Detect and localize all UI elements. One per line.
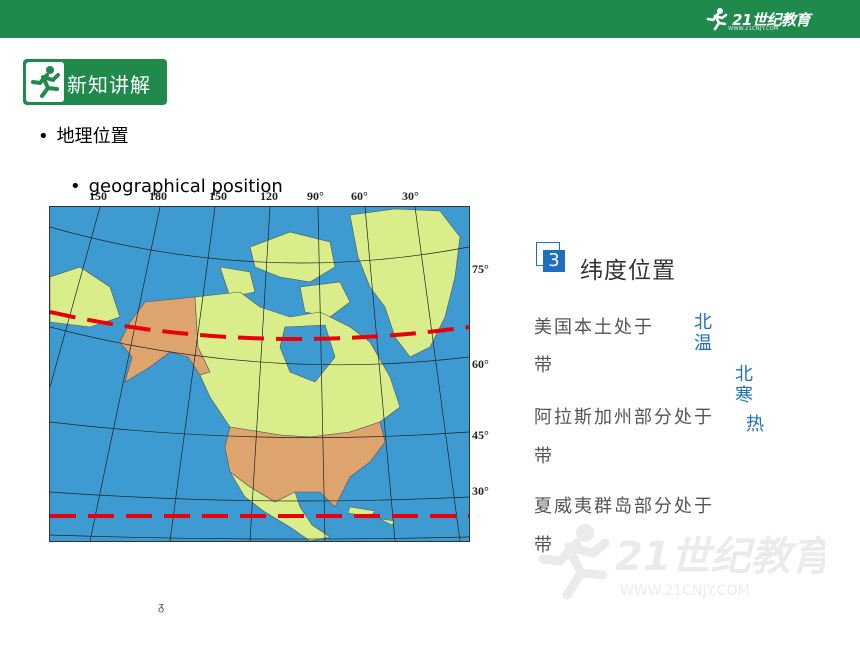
latitude-label: 30° — [472, 484, 489, 498]
bullet-text: geographical position — [88, 176, 283, 197]
logo-subtext: WWW.21CNJY.COM — [728, 26, 779, 32]
longitude-label: 90° — [307, 189, 324, 203]
stray-mark: ᵹ — [158, 600, 165, 613]
answer-2-line2: 寒 — [735, 385, 753, 406]
answer-2-line1: 北 — [735, 364, 753, 385]
section-title: 纬度位置 — [580, 258, 676, 284]
section-number-badge: 3 — [536, 242, 568, 274]
latitude-label: 75° — [472, 262, 489, 276]
answer-1-line2: 温 — [694, 333, 712, 354]
answer-1-line1: 北 — [694, 312, 712, 333]
bullet-dot: • — [38, 126, 49, 147]
bullet-geography-cn: • 地理位置 — [38, 122, 129, 148]
header-bar: 21世纪教育 WWW.21CNJY.COM — [0, 0, 860, 38]
runner-icon — [706, 8, 728, 31]
runner-icon — [31, 66, 60, 98]
badge-icon-box — [26, 62, 64, 102]
brand-logo: 21世纪教育 WWW.21CNJY.COM — [704, 6, 810, 32]
answer-2: 北 寒 — [735, 364, 753, 406]
watermark-logo: 21世纪教育 WWW.21CNJY.COM — [538, 524, 825, 600]
bullet-dot: • — [70, 176, 81, 197]
section-badge: 新知讲解 — [23, 59, 167, 105]
latitude-label: 45° — [472, 428, 489, 442]
longitude-label: 60° — [351, 189, 368, 203]
watermark-subtext: WWW.21CNJY.COM — [620, 583, 750, 599]
map-graphic — [50, 207, 469, 541]
latitude-label: 60° — [472, 357, 489, 371]
badge-title: 新知讲解 — [67, 73, 151, 97]
north-america-map — [49, 206, 470, 542]
answer-1: 北 温 — [694, 312, 712, 354]
longitude-label: 30° — [402, 189, 419, 203]
section-number: 3 — [543, 250, 565, 272]
question-1-suffix: 带 — [534, 355, 554, 376]
question-2-suffix: 带 — [534, 446, 554, 467]
question-1-prefix: 美国本土处于 — [534, 317, 654, 338]
watermark-text: 21世纪教育 — [615, 534, 825, 580]
bullet-geography-en: • geographical position — [70, 176, 283, 197]
question-2-prefix: 阿拉斯加州部分处于 — [534, 407, 714, 428]
answer-3: 热 — [746, 414, 764, 435]
bullet-text: 地理位置 — [56, 126, 129, 147]
